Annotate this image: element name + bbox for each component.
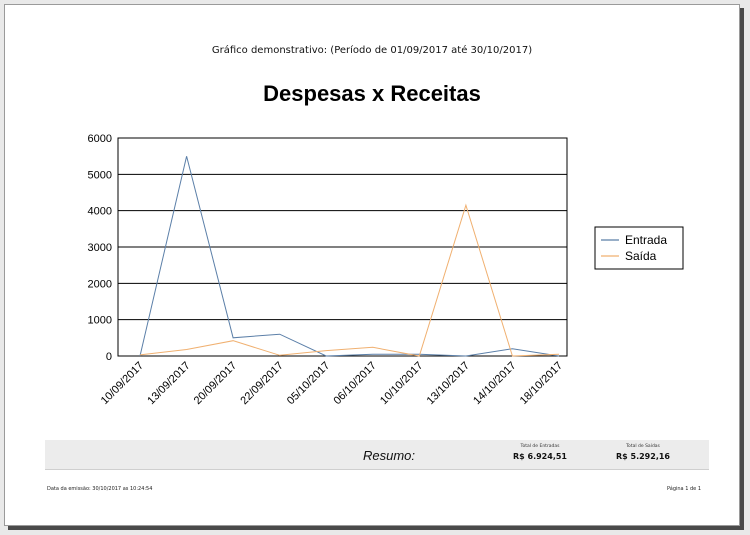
- total-entradas-label: Total de Entradas: [520, 444, 560, 449]
- total-saidas-value: R$ 5.292,16: [616, 452, 670, 461]
- total-saidas-label: Total de Saídas: [626, 444, 660, 449]
- y-tick-label: 3000: [88, 242, 112, 254]
- x-tick-label: 10/09/2017: [99, 360, 146, 407]
- x-tick-label: 18/10/2017: [518, 360, 565, 407]
- report-page: Gráfico demonstrativo: (Período de 01/09…: [4, 4, 740, 526]
- total-saidas: Total de Saídas R$ 5.292,16: [603, 444, 683, 461]
- x-tick-label: 22/09/2017: [238, 360, 285, 407]
- summary-bar: Resumo: Total de Entradas R$ 6.924,51 To…: [45, 440, 709, 470]
- series-line-saída: [139, 203, 560, 357]
- y-tick-label: 5000: [88, 169, 112, 181]
- summary-label: Resumo:: [363, 448, 416, 463]
- x-tick-label: 20/09/2017: [192, 360, 239, 407]
- y-tick-label: 1000: [88, 315, 112, 327]
- x-tick-label: 13/09/2017: [145, 360, 192, 407]
- y-tick-label: 6000: [88, 133, 112, 145]
- total-entradas-value: R$ 6.924,51: [513, 452, 567, 461]
- legend-label: Entrada: [625, 233, 667, 247]
- page-number: Página 1 de 1: [666, 486, 701, 492]
- series-line-entrada: [139, 156, 560, 357]
- x-tick-label: 14/10/2017: [471, 360, 518, 407]
- x-tick-label: 05/10/2017: [285, 360, 332, 407]
- total-entradas: Total de Entradas R$ 6.924,51: [500, 444, 580, 461]
- y-tick-label: 0: [106, 351, 112, 363]
- emission-date: Data da emissão: 30/10/2017 as 10:24:54: [47, 486, 153, 492]
- y-tick-label: 4000: [88, 206, 112, 218]
- y-tick-label: 2000: [88, 278, 112, 290]
- x-tick-label: 10/10/2017: [378, 360, 425, 407]
- line-chart: 0 1000 2000 3000 4000 5000 6000 10/09/2017 13/09…: [88, 133, 684, 407]
- x-tick-label: 13/10/2017: [425, 360, 472, 407]
- legend-label: Saída: [625, 249, 657, 263]
- x-tick-label: 06/10/2017: [331, 360, 378, 407]
